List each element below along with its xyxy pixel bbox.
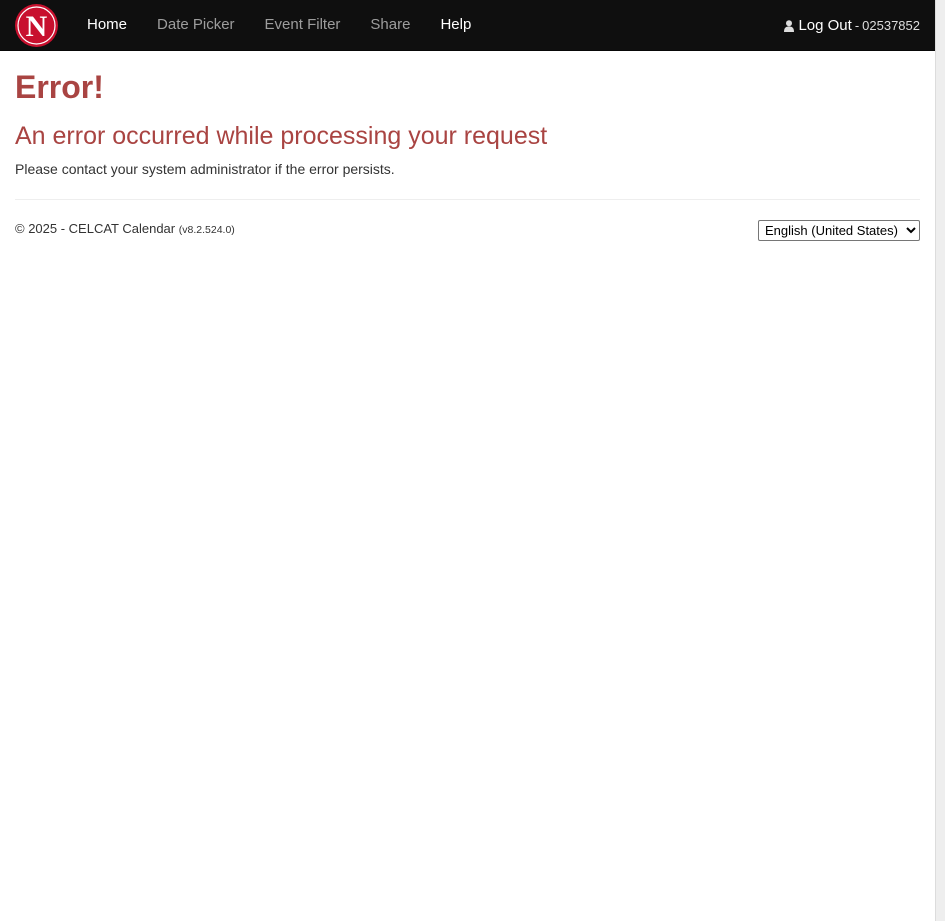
footer: © 2025 - CELCAT Calendar (v8.2.524.0) En… <box>15 219 920 243</box>
logout-link[interactable]: Log Out - 02537852 <box>784 0 920 50</box>
main-nav: Home Date Picker Event Filter Share Help <box>72 0 486 50</box>
user-icon <box>784 19 795 32</box>
nav-help[interactable]: Help <box>425 0 486 50</box>
nav-share[interactable]: Share <box>355 0 425 50</box>
logo-letter: N <box>26 10 48 43</box>
nav-event-filter[interactable]: Event Filter <box>250 0 356 50</box>
error-title: Error! <box>15 69 104 105</box>
logo-icon[interactable]: N <box>15 4 58 47</box>
page: N Home Date Picker Event Filter Share He… <box>0 0 935 921</box>
language-select[interactable]: English (United States) <box>758 220 920 241</box>
version: (v8.2.524.0) <box>178 224 235 236</box>
nav-date-picker[interactable]: Date Picker <box>142 0 250 50</box>
top-navbar: N Home Date Picker Event Filter Share He… <box>0 0 935 51</box>
copyright: © 2025 - CELCAT Calendar (v8.2.524.0) <box>15 219 235 240</box>
page-scrollbar[interactable] <box>935 0 945 921</box>
error-subtitle: An error occurred while processing your … <box>15 122 548 150</box>
error-message: Please contact your system administrator… <box>15 161 395 177</box>
user-id: 02537852 <box>862 17 920 33</box>
logout-separator: - <box>854 17 860 33</box>
logout-label: Log Out <box>798 16 852 34</box>
footer-divider <box>15 199 920 200</box>
nav-home[interactable]: Home <box>72 0 142 50</box>
copyright-text: © 2025 - CELCAT Calendar <box>15 221 176 236</box>
